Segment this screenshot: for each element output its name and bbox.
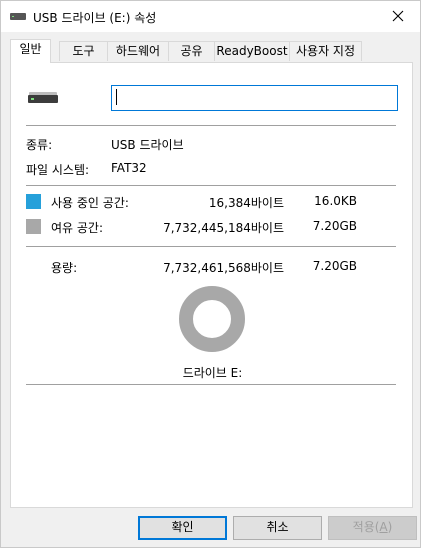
properties-dialog: USB 드라이브 (E:) 속성 일반 도구 하드웨어 공유 ReadyBoos… [0,0,421,548]
capacity-label: 용량: [51,261,78,275]
ok-button[interactable]: 확인 [138,516,227,540]
divider [26,246,396,247]
usb-drive-icon [28,92,58,104]
free-space-ring [179,286,245,352]
free-space-label: 여유 공간: [51,221,104,235]
close-button[interactable] [376,1,420,32]
used-space-swatch [26,194,41,209]
tab-general[interactable]: 일반 [10,39,51,63]
used-space-bytes: 16,384바이트 [208,196,284,210]
drive-name-input[interactable] [111,85,398,111]
apply-button[interactable]: 적용(A) [328,516,417,540]
tab-readyboost[interactable]: ReadyBoost [214,41,290,61]
general-panel: 종류: USB 드라이브 파일 시스템: FAT32 사용 중인 공간: 16,… [10,62,413,508]
divider [26,185,396,186]
divider [26,384,396,385]
free-space-size: 7.20GB [312,219,357,233]
capacity-bytes: 7,732,461,568바이트 [163,261,284,275]
apply-accelerator: A [379,520,388,534]
free-space-swatch [26,219,41,234]
filesystem-value: FAT32 [111,161,147,175]
used-space-size: 16.0KB [314,194,357,208]
divider [26,125,396,126]
filesystem-label: 파일 시스템: [26,163,90,177]
tab-customize[interactable]: 사용자 지정 [289,41,362,61]
apply-label-prefix: 적용( [352,520,380,534]
usage-donut-chart [179,286,245,352]
type-label: 종류: [26,138,53,152]
apply-label-suffix: ) [387,520,393,534]
window-title: USB 드라이브 (E:) 속성 [33,11,157,25]
text-caret [116,89,117,105]
used-space-label: 사용 중인 공간: [51,196,129,210]
usb-drive-icon [10,13,26,20]
cancel-button[interactable]: 취소 [233,516,322,540]
title-bar: USB 드라이브 (E:) 속성 [1,1,420,32]
tab-tools[interactable]: 도구 [59,41,108,61]
drive-caption: 드라이브 E: [182,366,243,380]
capacity-size: 7.20GB [312,259,357,273]
tab-sharing[interactable]: 공유 [168,41,215,61]
close-icon [392,10,404,22]
type-value: USB 드라이브 [111,138,184,152]
free-space-bytes: 7,732,445,184바이트 [163,221,284,235]
tab-hardware[interactable]: 하드웨어 [107,41,169,61]
